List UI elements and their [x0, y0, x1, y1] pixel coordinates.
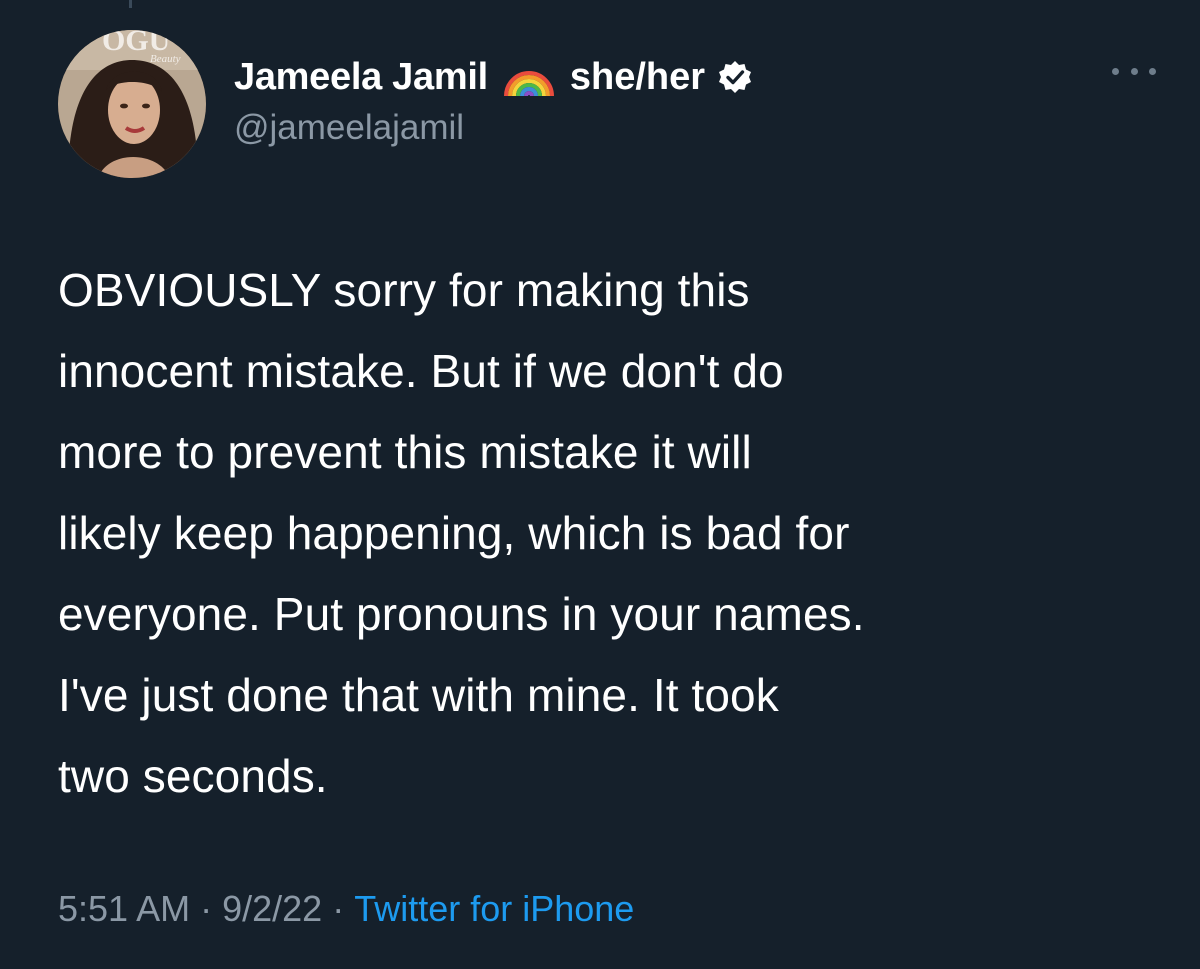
- more-dot: [1112, 67, 1119, 75]
- tweet-text-line: OBVIOUSLY sorry for making this: [58, 264, 750, 316]
- meta-separator: ·: [332, 888, 345, 929]
- rainbow-emoji-icon: [503, 71, 554, 97]
- svg-text:Beauty: Beauty: [150, 53, 181, 65]
- tweet-time[interactable]: 5:51 AM: [58, 888, 190, 929]
- tweet-header: OGU Beauty Jameela Jamil she/her @jameel…: [58, 30, 1158, 180]
- tweet-date[interactable]: 9/2/22: [222, 888, 322, 929]
- more-dot: [1130, 67, 1138, 75]
- meta-separator: ·: [200, 888, 213, 929]
- author-pronouns: she/her: [569, 55, 706, 98]
- tweet-metadata: 5:51 AM · 9/2/22 · Twitter for iPhone: [58, 888, 634, 930]
- more-dot: [1149, 67, 1156, 75]
- tweet-text-line: two seconds.: [58, 750, 328, 802]
- tweet-text: OBVIOUSLY sorry for making this innocent…: [58, 250, 1158, 817]
- top-divider-tick: [129, 0, 132, 8]
- author-handle[interactable]: @jameelajamil: [234, 108, 464, 148]
- tweet-text-line: innocent mistake. But if we don't do: [58, 345, 784, 397]
- avatar[interactable]: OGU Beauty: [58, 30, 206, 178]
- more-options-icon[interactable]: [1112, 64, 1156, 78]
- tweet-text-line: I've just done that with mine. It took: [58, 669, 779, 721]
- tweet-source-link[interactable]: Twitter for iPhone: [354, 888, 634, 929]
- tweet-text-line: likely keep happening, which is bad for: [58, 507, 850, 559]
- author-name-row[interactable]: Jameela Jamil she/her: [234, 52, 753, 102]
- author-display-name[interactable]: Jameela Jamil: [234, 56, 488, 99]
- verified-badge-icon[interactable]: [717, 59, 753, 95]
- avatar-image: OGU Beauty: [58, 30, 206, 178]
- tweet-text-line: everyone. Put pronouns in your names.: [58, 588, 865, 640]
- tweet-text-line: more to prevent this mistake it will: [58, 426, 752, 478]
